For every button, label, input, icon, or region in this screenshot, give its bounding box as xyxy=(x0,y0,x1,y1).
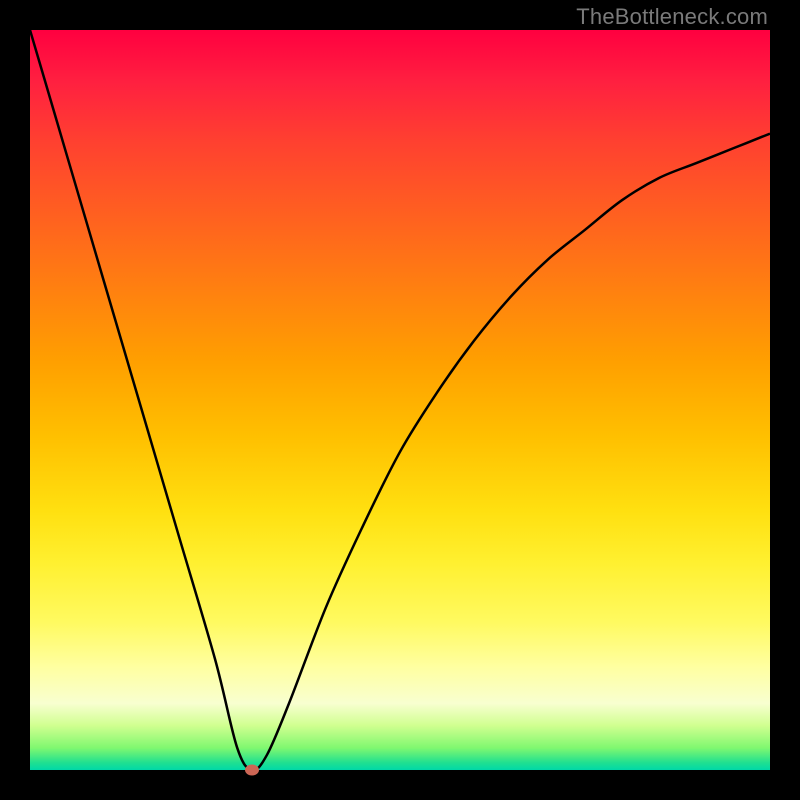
watermark-text: TheBottleneck.com xyxy=(576,4,768,30)
bottleneck-curve xyxy=(30,30,770,770)
chart-frame: TheBottleneck.com xyxy=(0,0,800,800)
curve-svg xyxy=(30,30,770,770)
plot-area xyxy=(30,30,770,770)
optimum-marker xyxy=(245,765,259,776)
